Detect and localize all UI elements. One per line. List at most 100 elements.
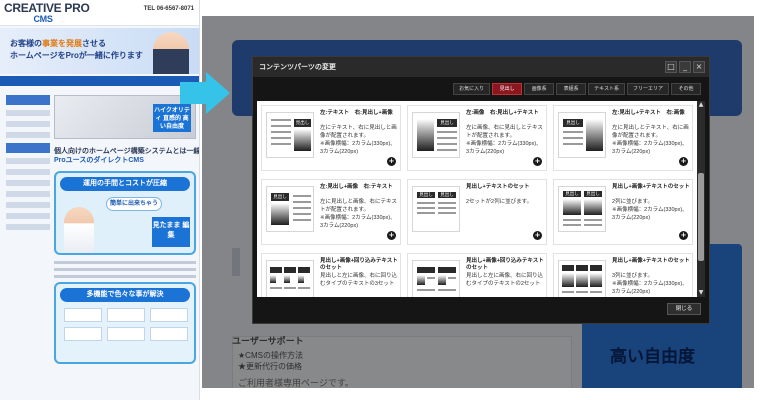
text-line [54, 275, 196, 278]
part-title: 左:見出し+画像 右:テキスト [320, 184, 393, 190]
part-description: 2セットが2列に並びます。 [466, 199, 533, 205]
part-card[interactable]: 見出し 左:画像 右:見出し+テキスト 左に画像、右に見出しとテキストが配置され… [407, 105, 547, 171]
part-preview: 見出し [412, 112, 460, 158]
sidebar-item[interactable] [6, 180, 50, 186]
feature-tile[interactable] [150, 308, 188, 322]
sidebar-item[interactable] [6, 132, 50, 138]
part-title: 左:画像 右:見出し+テキスト [466, 110, 539, 116]
part-title: 見出し+画像+テキストのセット [612, 258, 690, 264]
sidebar-item[interactable] [6, 224, 50, 230]
part-title: 見出し+画像+回り込みテキストのセット [320, 258, 398, 271]
part-description: 2列に並びます。 ※画像横幅：2カラム(330px)、3カラム(220px) [612, 199, 688, 221]
feature-box-title: 多機能で色々な事が解決 [60, 288, 190, 302]
minimize-icon[interactable]: _ [679, 61, 691, 73]
sidebar-item[interactable] [6, 213, 50, 219]
part-card[interactable]: 見出し+画像+テキストのセット 3列に並びます。 ※画像横幅：2カラム(330px… [553, 253, 693, 297]
sidebar-item[interactable] [6, 191, 50, 197]
feature-tile[interactable] [150, 327, 188, 341]
site-thumbnail: CREATIVE PRO CMS TEL 06-6567-8071 お客様の事業… [0, 0, 200, 400]
hero-banner: お客様の事業を発展させる ホームページをProが一緒に作ります [0, 28, 199, 74]
thumbnail-header: CREATIVE PRO CMS TEL 06-6567-8071 [0, 0, 199, 26]
part-card[interactable]: 見出し+画像+回り込みテキストのセット 見出しと左に画像、右に回り込むタイプのテ… [407, 253, 547, 297]
feature-tile[interactable] [64, 308, 102, 322]
tab-free-area[interactable]: フリーエリア [626, 83, 669, 95]
part-description: 左にテキスト、右に見出しと画像が配置されます。 ※画像横幅：2カラム(330px)… [320, 125, 397, 155]
part-title: 見出し+テキストのセット [466, 184, 530, 190]
part-card[interactable]: 見出し 左:見出し+テキスト 右:画像 左に見出しとテキスト、右に画像が配置され… [553, 105, 693, 171]
feature-tile[interactable] [64, 327, 102, 341]
part-card[interactable]: 見出し 見出し 見出し+画像+テキストのセット 2列に並びます。 ※画像横幅：2カ… [553, 179, 693, 245]
tab-headings[interactable]: 見出し [492, 83, 523, 95]
sidebar-item[interactable] [6, 158, 50, 164]
add-icon[interactable]: + [679, 231, 688, 240]
text-line [54, 268, 196, 271]
hero-subline: ホームページをProが一緒に作ります [10, 51, 143, 60]
logo-text: CREATIVE PRO [4, 1, 90, 15]
text-line [54, 261, 196, 264]
close-button[interactable]: 閉じる [667, 303, 701, 315]
tab-images[interactable]: 画像系 [524, 83, 555, 95]
parts-grid: 見出し 左:テキスト 右:見出し+画像 左にテキスト、右に見出しと画像が配置され… [261, 105, 693, 297]
part-title: 左:テキスト 右:見出し+画像 [320, 110, 393, 116]
phone-number: TEL 06-6567-8071 [143, 6, 194, 12]
feature-box-multifunction: 多機能で色々な事が解決 [54, 282, 196, 364]
part-title: 左:見出し+テキスト 右:画像 [612, 110, 685, 116]
scroll-up-icon[interactable]: ▲ [697, 101, 705, 109]
feature-box-title: 運用の手間とコストが圧縮 [60, 177, 190, 191]
product-screenshot: ハイクオリティ 直感的 高い自由度 [54, 95, 196, 139]
part-card[interactable]: 見出し 左:テキスト 右:見出し+画像 左にテキスト、右に見出しと画像が配置され… [261, 105, 401, 171]
tab-other[interactable]: その他 [671, 83, 701, 95]
global-nav-bar[interactable] [0, 76, 199, 86]
sidebar-item[interactable] [6, 202, 50, 208]
tab-tables[interactable]: 表組系 [556, 83, 587, 95]
sidebar-contact-button[interactable] [6, 95, 50, 105]
hero-text-pre: お客様の [10, 39, 42, 48]
add-icon[interactable]: + [387, 231, 396, 240]
part-preview: 見出し [266, 186, 314, 232]
part-title: 見出し+画像+回り込みテキストのセット [466, 258, 544, 271]
parts-list-panel: 見出し 左:テキスト 右:見出し+画像 左にテキスト、右に見出しと画像が配置され… [257, 101, 697, 297]
sidebar-section-header [6, 143, 50, 153]
category-tabs: お気に入り 見出し 画像系 表組系 テキスト系 フリーエリア その他 [453, 83, 701, 95]
arrow-right-icon [180, 72, 230, 114]
hero-text-post: させる [82, 39, 106, 48]
dialog-titlebar[interactable]: コンテンツパーツの変更 □ _ × [253, 57, 709, 77]
intro-heading: 個人向けのホームページ構築システムとは一線を画す ProユースのダイレクトCMS [54, 147, 199, 165]
part-preview [558, 260, 606, 297]
add-icon[interactable]: + [679, 157, 688, 166]
scroll-down-icon[interactable]: ▼ [697, 289, 705, 297]
tab-text[interactable]: テキスト系 [588, 83, 625, 95]
scrollbar-thumb[interactable] [698, 173, 704, 261]
maximize-icon[interactable]: □ [665, 61, 677, 73]
part-description: 左に見出しとテキスト、右に画像が配置されます。 ※画像横幅：2カラム(330px)… [612, 125, 689, 155]
part-description: 見出しと左に画像、右に回り込むタイプのテキストの3セット [320, 273, 398, 287]
sidebar-item[interactable] [6, 169, 50, 175]
sidebar-item[interactable] [6, 121, 50, 127]
part-description: 見出しと左に画像、右に回り込むタイプのテキストの2セット [466, 273, 544, 287]
sidebar [6, 95, 50, 235]
add-icon[interactable]: + [533, 157, 542, 166]
feature-tile[interactable] [107, 308, 145, 322]
part-card[interactable]: 見出し 見出し 見出し+テキストのセット 2セットが2列に並びます。 + [407, 179, 547, 245]
part-description: 3列に並びます。 ※画像横幅：2カラム(330px)、3カラム(220px) [612, 273, 688, 295]
part-preview [412, 260, 460, 297]
add-icon[interactable]: + [533, 231, 542, 240]
dialog-title: コンテンツパーツの変更 [259, 64, 336, 71]
sidebar-item[interactable] [6, 110, 50, 116]
comparison-screenshot: CREATIVE PRO CMS TEL 06-6567-8071 お客様の事業… [0, 0, 765, 400]
feature-grid [64, 308, 188, 341]
part-title: 見出し+画像+テキストのセット [612, 184, 690, 190]
hero-text-emphasis: 事業を発展 [42, 39, 82, 48]
tab-favorites[interactable]: お気に入り [453, 83, 491, 95]
close-icon[interactable]: × [693, 61, 705, 73]
person-illustration [64, 207, 94, 253]
site-logo[interactable]: CREATIVE PRO CMS [4, 1, 90, 25]
feature-tile[interactable] [107, 327, 145, 341]
hero-headline: お客様の事業を発展させる [10, 38, 106, 49]
add-icon[interactable]: + [387, 157, 396, 166]
vertical-scrollbar[interactable]: ▲ ▼ [697, 101, 705, 297]
part-card[interactable]: 見出し+画像+回り込みテキストのセット 見出しと左に画像、右に回り込むタイプのテ… [261, 253, 401, 297]
part-description: 左に見出しと画像、右にテキストが配置されます。 ※画像横幅：2カラム(330px)… [320, 199, 397, 229]
part-card[interactable]: 見出し 左:見出し+画像 右:テキスト 左に見出しと画像、右にテキストが配置され… [261, 179, 401, 245]
part-description: 左に画像、右に見出しとテキストが配置されます。 ※画像横幅：2カラム(330px)… [466, 125, 543, 155]
